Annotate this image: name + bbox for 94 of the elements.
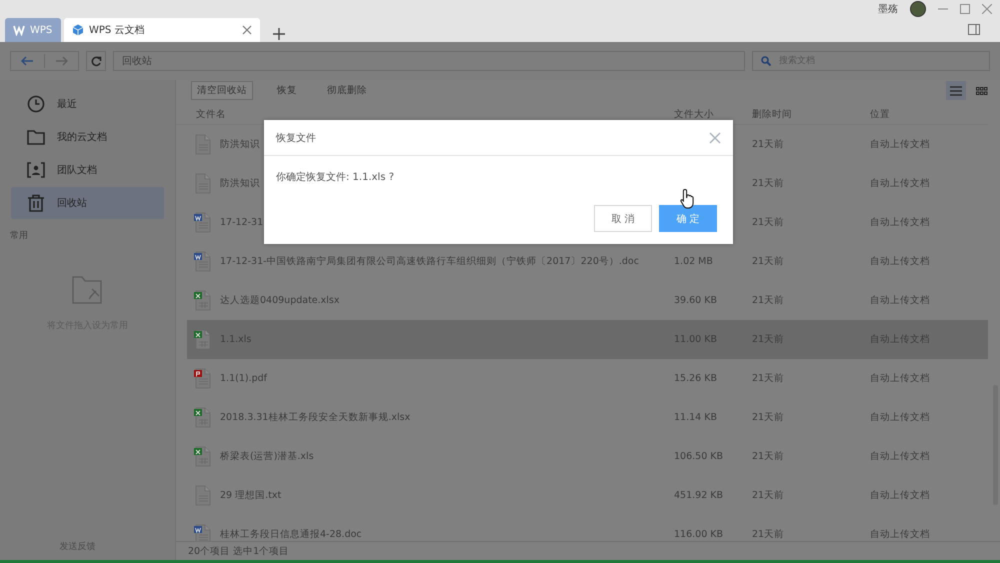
- column-header[interactable]: 文件大小: [674, 108, 752, 121]
- location: 自动上传文档: [870, 217, 930, 228]
- hand-cursor-icon: [680, 188, 695, 209]
- forward-arrow-icon: [55, 56, 68, 66]
- confirm-button[interactable]: 确 定: [659, 205, 717, 232]
- sidebar-item[interactable]: 最近: [11, 88, 164, 120]
- file-size: 1.02 MB: [674, 256, 713, 267]
- clock-icon: [27, 95, 45, 113]
- user-name: 墨殇: [878, 3, 898, 16]
- file-size: 116.00 KB: [674, 529, 724, 540]
- dialog-title: 恢复文件: [276, 132, 316, 144]
- tab[interactable]: WPS: [5, 18, 61, 42]
- pdf-file-icon: [194, 368, 211, 389]
- location: 自动上传文档: [870, 412, 930, 423]
- excel-file-icon: [194, 290, 211, 311]
- file-name: 29 理想国.txt: [220, 489, 282, 502]
- close-icon: [242, 25, 252, 35]
- column-header[interactable]: 删除时间: [752, 108, 870, 121]
- deleted-time: 21天前: [752, 139, 784, 150]
- file-size: 11.14 KB: [674, 412, 717, 423]
- file-name: 2018.3.31桂林工务段安全天数新事规.xlsx: [220, 411, 410, 424]
- column-header[interactable]: 位置: [870, 108, 988, 121]
- list-view-button[interactable]: [946, 81, 966, 100]
- file-name: 17-12-31: [220, 217, 264, 228]
- word-file-icon: [194, 524, 211, 541]
- column-header[interactable]: 文件名: [194, 108, 674, 121]
- file-name: 达人选题0409update.xlsx: [220, 294, 340, 307]
- file-name: 桥梁表(运营)潜基.xls: [220, 450, 314, 463]
- location: 自动上传文档: [870, 490, 930, 501]
- status-text: 20个项目 选中1个项目: [176, 541, 1000, 560]
- excel-file-icon: [194, 407, 211, 428]
- back-arrow-icon: [21, 56, 34, 66]
- folder-icon: [27, 128, 45, 146]
- word-file-icon: [194, 251, 211, 272]
- deleted-time: 21天前: [752, 178, 784, 189]
- deleted-time: 21天前: [752, 295, 784, 306]
- text-file-icon: [194, 134, 211, 155]
- text-file-icon: [194, 485, 211, 506]
- close-icon[interactable]: [982, 4, 992, 14]
- file-size: 15.26 KB: [674, 373, 717, 384]
- cancel-button[interactable]: 取 消: [594, 205, 652, 232]
- refresh-button[interactable]: [86, 51, 106, 71]
- search-icon: [761, 56, 771, 66]
- maximize-icon[interactable]: [960, 4, 970, 14]
- address-field[interactable]: 回收站: [113, 51, 745, 71]
- trash-icon: [27, 194, 45, 212]
- sidebar-item[interactable]: 团队文档: [11, 154, 164, 186]
- location: 自动上传文档: [870, 529, 930, 540]
- tab[interactable]: WPS 云文档: [64, 18, 260, 42]
- list-icon: [950, 86, 962, 96]
- grid-icon: [976, 86, 988, 94]
- file-name: 17-12-31-中国铁路南宁局集团有限公司高速铁路行车组织细则（宁铁师〔2017〕220号）.doc: [220, 255, 639, 268]
- team-folder-icon: [27, 161, 45, 179]
- location: 自动上传文档: [870, 295, 930, 306]
- location: 自动上传文档: [870, 451, 930, 462]
- file-size: 106.50 KB: [674, 451, 724, 462]
- refresh-icon: [90, 56, 102, 66]
- sidebar-item[interactable]: 回收站: [11, 187, 164, 219]
- location: 自动上传文档: [870, 178, 930, 189]
- sidebar-item[interactable]: 我的云文档: [11, 121, 164, 153]
- deleted-time: 21天前: [752, 412, 784, 423]
- toolbar-button[interactable]: 清空回收站: [191, 81, 253, 100]
- sidebar-toggle-icon[interactable]: [968, 24, 980, 35]
- file-size: 451.92 KB: [674, 490, 724, 501]
- deleted-time: 21天前: [752, 451, 784, 462]
- pinned-folder-icon: [72, 275, 104, 305]
- word-file-icon: [194, 212, 211, 233]
- file-name: 防洪知识: [220, 138, 260, 151]
- close-button[interactable]: [709, 132, 721, 144]
- new-tab-icon[interactable]: [273, 28, 285, 40]
- deleted-time: 21天前: [752, 256, 784, 267]
- excel-file-icon: [194, 329, 211, 350]
- location: 自动上传文档: [870, 139, 930, 150]
- file-name: 1.1(1).pdf: [220, 373, 267, 384]
- deleted-time: 21天前: [752, 217, 784, 228]
- toolbar-button[interactable]: 恢复: [271, 81, 303, 100]
- wps-logo-icon: [13, 24, 25, 36]
- file-size: 39.60 KB: [674, 295, 717, 306]
- deleted-time: 21天前: [752, 490, 784, 501]
- dialog-message: 你确定恢复文件: 1.1.xls ?: [276, 172, 394, 183]
- location: 自动上传文档: [870, 256, 930, 267]
- excel-file-icon: [194, 446, 211, 467]
- close-tab-icon[interactable]: [242, 25, 252, 35]
- file-name: 防洪知识: [220, 177, 260, 190]
- deleted-time: 21天前: [752, 529, 784, 540]
- section-label: 常用: [9, 230, 29, 242]
- file-name: 桂林工务段日信息通报4-28.doc: [220, 528, 362, 541]
- close-icon: [709, 132, 721, 144]
- avatar[interactable]: [910, 1, 926, 17]
- location: 自动上传文档: [870, 373, 930, 384]
- deleted-time: 21天前: [752, 373, 784, 384]
- text-file-icon: [194, 173, 211, 194]
- toolbar-button[interactable]: 彻底删除: [321, 81, 373, 100]
- cube-icon: [72, 24, 84, 36]
